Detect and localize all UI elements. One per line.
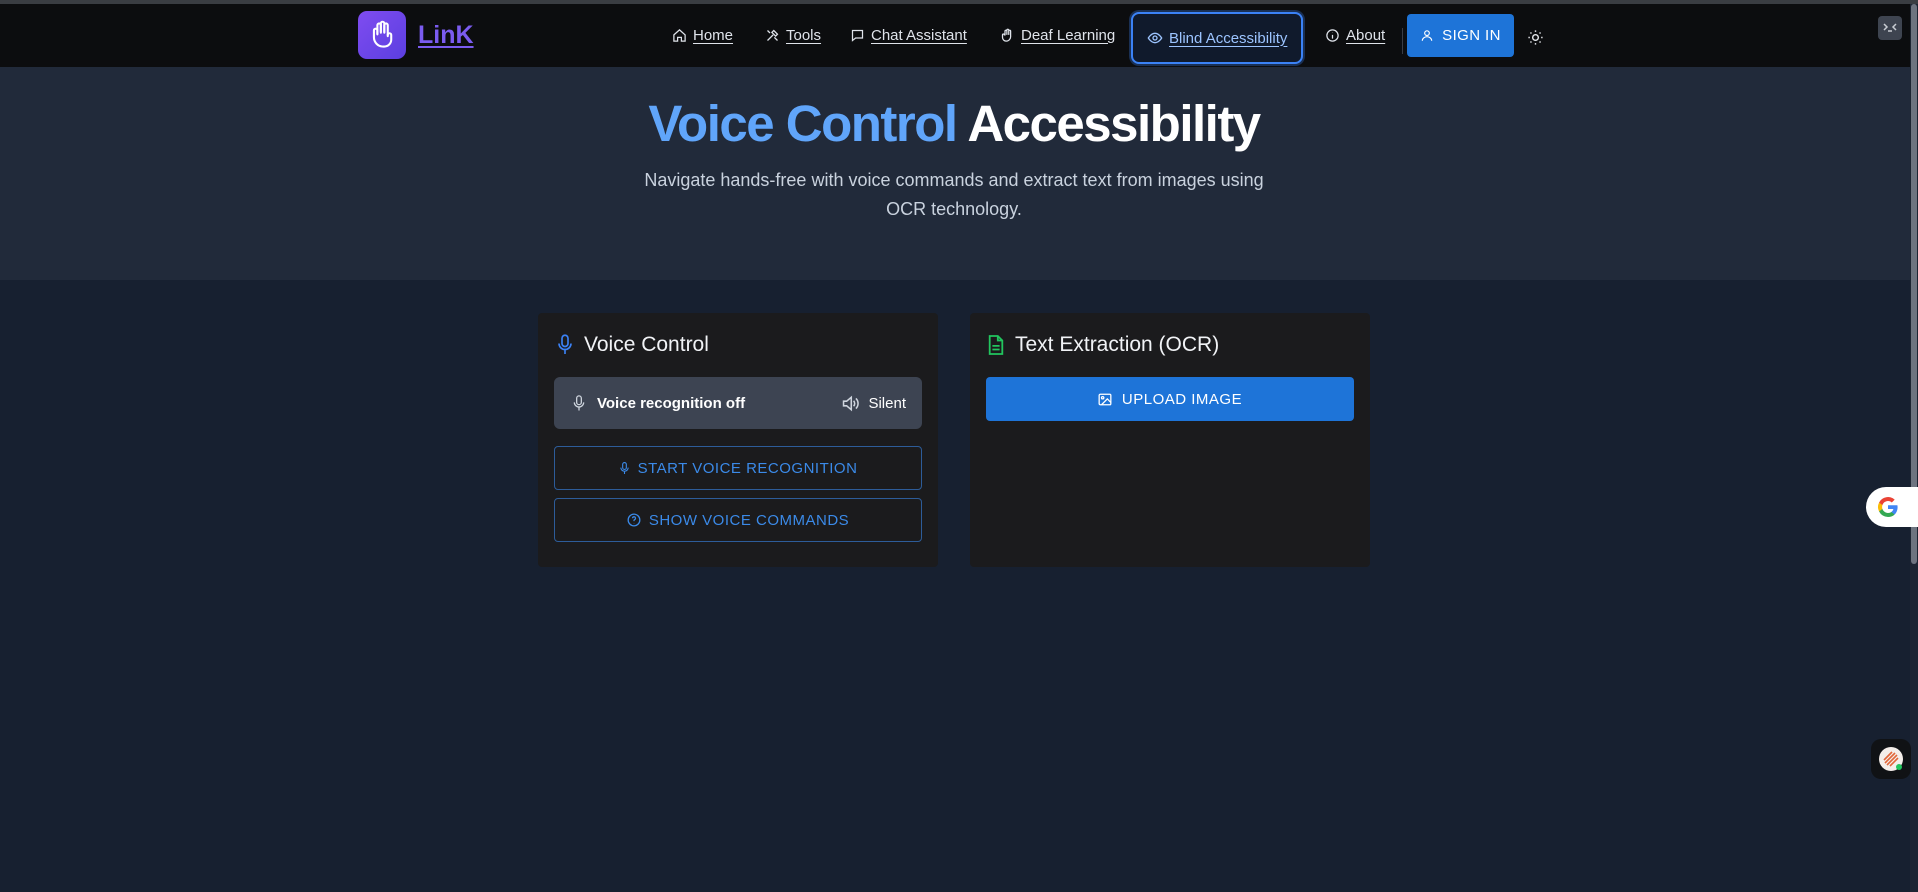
nav-divider [1402, 28, 1403, 54]
nav-chat-assistant-label: Chat Assistant [871, 26, 967, 44]
ocr-card: Text Extraction (OCR) UPLOAD IMAGE [970, 313, 1370, 567]
logo[interactable] [358, 11, 406, 59]
voice-status-bar: Voice recognition off Silent [554, 377, 922, 429]
nav-blind-accessibility-label: Blind Accessibility [1169, 29, 1288, 47]
ocr-card-header: Text Extraction (OCR) [987, 333, 1219, 357]
brand-name[interactable]: LinK [418, 21, 474, 50]
page-title: Voice Control Accessibility [0, 94, 1908, 153]
sign-in-button[interactable]: SIGN IN [1407, 14, 1514, 57]
show-voice-commands-button[interactable]: SHOW VOICE COMMANDS [554, 498, 922, 542]
nav-home[interactable]: Home [672, 18, 733, 52]
assistant-avatar-icon [1879, 747, 1903, 771]
voice-control-card: Voice Control Voice recognition off Sile… [538, 313, 938, 567]
nav-deaf-learning-label: Deaf Learning [1021, 26, 1116, 44]
scrollbar-thumb[interactable] [1911, 4, 1917, 564]
show-voice-commands-label: SHOW VOICE COMMANDS [648, 511, 850, 529]
voice-status-text: Voice recognition off [597, 394, 746, 412]
nav-about[interactable]: About [1325, 18, 1385, 52]
assistant-bubble[interactable] [1871, 739, 1911, 779]
user-icon [1421, 30, 1433, 41]
navbar: LinK Home Tools Chat Assistant Deaf Lear… [0, 4, 1918, 67]
nav-about-label: About [1346, 26, 1386, 44]
sign-in-label: SIGN IN [1442, 27, 1501, 44]
home-icon [673, 28, 686, 42]
upload-image-label: UPLOAD IMAGE [1121, 390, 1243, 408]
google-translate-button[interactable] [1866, 487, 1918, 527]
chat-icon [851, 29, 864, 42]
extension-icon[interactable] [1878, 16, 1902, 40]
sound-status-text: Silent [868, 394, 906, 412]
nav-tools[interactable]: Tools [765, 18, 821, 52]
speaker-icon [843, 395, 860, 411]
info-icon [1326, 28, 1339, 42]
ocr-title: Text Extraction (OCR) [1015, 333, 1220, 356]
title-rest: Accessibility [967, 95, 1261, 152]
microphone-off-icon [573, 394, 585, 410]
title-accent: Voice Control [648, 95, 958, 152]
nav-deaf-learning[interactable]: Deaf Learning [1000, 18, 1115, 52]
eye-icon [1147, 32, 1163, 44]
voice-control-title: Voice Control [584, 333, 709, 356]
microphone-icon [558, 334, 572, 354]
theme-toggle-button[interactable] [1524, 26, 1546, 48]
sun-icon [1527, 29, 1543, 45]
help-circle-icon [627, 513, 641, 527]
tools-icon [767, 29, 779, 41]
image-icon [1098, 393, 1112, 405]
nav-tools-label: Tools [786, 26, 822, 44]
start-voice-recognition-button[interactable]: START VOICE RECOGNITION [554, 446, 922, 490]
page-subtitle: Navigate hands-free with voice commands … [644, 170, 1264, 219]
microphone-icon [619, 461, 629, 474]
upload-image-button[interactable]: UPLOAD IMAGE [986, 377, 1354, 421]
nav-home-label: Home [693, 26, 734, 44]
google-icon [1878, 497, 1898, 517]
document-icon [988, 335, 1004, 355]
hand-icon [1001, 28, 1012, 42]
hand-logo-icon [372, 20, 393, 48]
nav-blind-accessibility[interactable]: Blind Accessibility [1131, 12, 1304, 64]
start-voice-recognition-label: START VOICE RECOGNITION [637, 459, 858, 477]
voice-control-card-header: Voice Control [556, 333, 709, 357]
nav-chat-assistant[interactable]: Chat Assistant [850, 18, 967, 52]
